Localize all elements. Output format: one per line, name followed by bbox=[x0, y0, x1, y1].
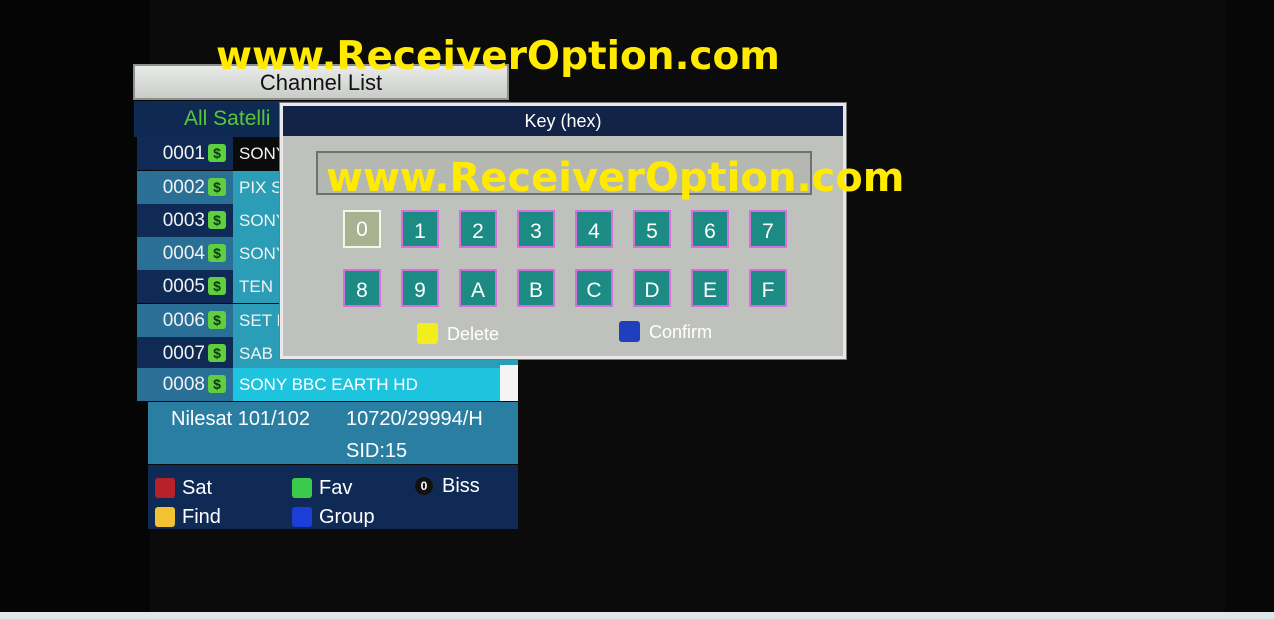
yellow-key-icon bbox=[417, 323, 438, 344]
yellow-key-icon bbox=[155, 507, 175, 527]
scrambled-icon: $ bbox=[208, 344, 226, 362]
key-a[interactable]: A bbox=[459, 269, 497, 307]
watermark-middle: www.ReceiverOption.com bbox=[326, 155, 905, 201]
key-hex-dialog: Key (hex) 0 1 2 3 4 5 6 7 8 9 A B C D E … bbox=[280, 103, 846, 359]
channel-name: SONY BBC EARTH HD bbox=[233, 368, 501, 401]
channel-info-panel: Nilesat 101/102 10720/29994/H SID:15 bbox=[148, 402, 518, 464]
key-8[interactable]: 8 bbox=[343, 269, 381, 307]
scrambled-icon: $ bbox=[208, 244, 226, 262]
key-b[interactable]: B bbox=[517, 269, 555, 307]
key-d[interactable]: D bbox=[633, 269, 671, 307]
scrambled-icon: $ bbox=[208, 277, 226, 295]
scrambled-icon: $ bbox=[208, 375, 226, 393]
blue-key-icon bbox=[619, 321, 640, 342]
key-9[interactable]: 9 bbox=[401, 269, 439, 307]
key-0[interactable]: 0 bbox=[343, 210, 381, 248]
key-c[interactable]: C bbox=[575, 269, 613, 307]
info-sid: SID:15 bbox=[346, 440, 408, 462]
key-2[interactable]: 2 bbox=[459, 210, 497, 248]
key-5[interactable]: 5 bbox=[633, 210, 671, 248]
screen-right-shadow bbox=[1225, 0, 1274, 619]
info-satellite: Nilesat 101/102 bbox=[171, 408, 310, 430]
key-3[interactable]: 3 bbox=[517, 210, 555, 248]
color-key-legend: Sat Fav 0 Biss Find Group bbox=[148, 465, 518, 529]
green-key-icon bbox=[292, 478, 312, 498]
scrambled-icon: $ bbox=[208, 311, 226, 329]
blue-key-icon bbox=[292, 507, 312, 527]
key-f[interactable]: F bbox=[749, 269, 787, 307]
key-1[interactable]: 1 bbox=[401, 210, 439, 248]
scrambled-icon: $ bbox=[208, 178, 226, 196]
scrambled-icon: $ bbox=[208, 144, 226, 162]
dialog-title: Key (hex) bbox=[283, 106, 843, 136]
watermark-top: www.ReceiverOption.com bbox=[216, 34, 780, 79]
scrollbar[interactable] bbox=[500, 365, 518, 401]
scrambled-icon: $ bbox=[208, 211, 226, 229]
screen-left-shadow bbox=[0, 0, 150, 619]
key-6[interactable]: 6 bbox=[691, 210, 729, 248]
key-4[interactable]: 4 bbox=[575, 210, 613, 248]
red-key-icon bbox=[155, 478, 175, 498]
channel-row-selected[interactable]: 0008 $ SONY BBC EARTH HD bbox=[137, 368, 501, 401]
screen-bottom-edge bbox=[0, 612, 1274, 619]
key-7[interactable]: 7 bbox=[749, 210, 787, 248]
key-e[interactable]: E bbox=[691, 269, 729, 307]
zero-key-icon: 0 bbox=[415, 477, 433, 495]
info-transponder: 10720/29994/H bbox=[346, 408, 483, 430]
